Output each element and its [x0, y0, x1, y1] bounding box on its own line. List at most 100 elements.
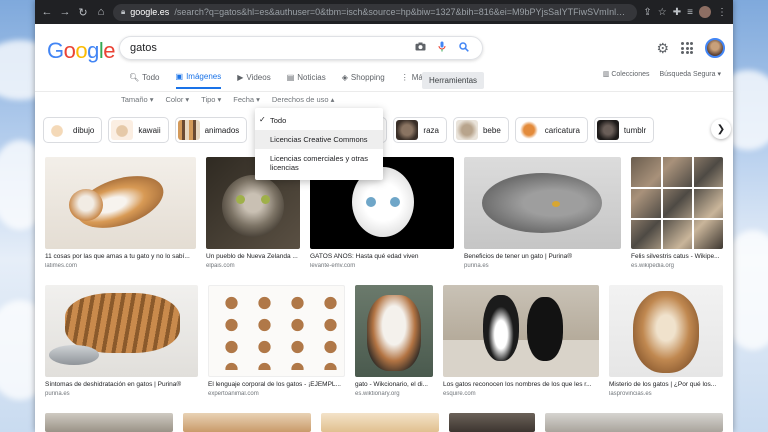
image-result[interactable]: Misterio de los gatos | ¿Por qué los... … — [609, 285, 723, 401]
chip-caricatura[interactable]: caricatura — [514, 117, 588, 143]
tab-shopping[interactable]: ◈ Shopping — [342, 72, 385, 89]
menu-item-label: Licencias comerciales y otras licencias — [270, 154, 368, 172]
safe-search-link[interactable]: Búsqueda Segura ▾ — [659, 70, 721, 78]
header-actions: ⚙︎ — [656, 38, 725, 58]
result-title[interactable]: Misterio de los gatos | ¿Por qué los... — [609, 381, 723, 388]
chip-thumbnail — [396, 120, 419, 140]
tabs-divider — [35, 91, 733, 92]
search-tabs: 🔍︎ Todo ▣ Imágenes ▶ Videos ▤ Noticias ◈ Shop… — [129, 72, 427, 89]
image-result[interactable]: Beneficios de tener un gato | Purina® pu… — [464, 157, 621, 275]
chip-label: dibujo — [73, 125, 95, 135]
filter-label: Tipo — [201, 95, 216, 104]
result-title[interactable]: GATOS AÑOS: Hasta qué edad viven — [310, 253, 454, 260]
result-title[interactable]: 11 cosas por las que amas a tu gato y no… — [45, 253, 196, 260]
result-image — [45, 157, 196, 249]
address-bar[interactable]: 🔒︎ google.es/search?q=gatos&hl=es&authus… — [113, 3, 638, 21]
image-result[interactable] — [545, 413, 723, 432]
result-title[interactable]: Los gatos reconocen los nombres de los q… — [443, 381, 599, 388]
image-result[interactable] — [321, 413, 439, 432]
filter-label: Derechos de uso — [271, 95, 329, 104]
logo-letter: o — [75, 38, 88, 63]
back-icon[interactable]: ← — [41, 6, 53, 18]
image-result[interactable] — [183, 413, 311, 432]
menu-item-label: Todo — [270, 116, 287, 125]
result-source: lasprovincias.es — [609, 391, 652, 397]
image-result[interactable]: gato - Wikcionario, el di... es.wiktiona… — [355, 285, 433, 401]
filter-size[interactable]: Tamaño ▾ — [121, 95, 153, 104]
browser-toolbar: ← → ↻ ⌂ 🔒︎ google.es/search?q=gatos&hl=e… — [35, 0, 733, 24]
result-image — [208, 285, 345, 377]
tools-button[interactable]: Herramientas — [422, 72, 485, 89]
image-result[interactable]: El lenguaje corporal de los gatos - ¡EJE… — [208, 285, 345, 401]
result-image — [45, 413, 173, 432]
result-title[interactable]: Felis silvestris catus - Wikipe... — [631, 253, 723, 260]
image-result[interactable] — [45, 413, 173, 432]
result-source: elpais.com — [206, 263, 235, 269]
profile-avatar[interactable] — [699, 6, 711, 18]
share-icon[interactable]: ⇪ — [643, 7, 651, 18]
result-image — [631, 157, 723, 249]
search-query[interactable]: gatos — [130, 42, 406, 54]
microphone-icon[interactable] — [434, 41, 450, 55]
image-result[interactable]: Felis silvestris catus - Wikipe... es.wi… — [631, 157, 723, 275]
chip-dibujo[interactable]: dibujo — [43, 117, 103, 143]
tab-noticias[interactable]: ▤ Noticias — [287, 72, 326, 89]
chip-label: caricatura — [544, 125, 580, 135]
chip-kawaii[interactable]: kawaii — [108, 117, 169, 143]
chip-raza[interactable]: raza — [393, 117, 447, 143]
safe-search-label: Búsqueda Segura — [659, 71, 716, 78]
star-icon[interactable]: ☆ — [658, 7, 667, 18]
google-logo[interactable]: Google — [47, 38, 116, 64]
filter-color[interactable]: Color ▾ — [165, 95, 189, 104]
reload-icon[interactable]: ↻ — [77, 6, 89, 19]
collections-link[interactable]: ▥ Colecciones — [603, 70, 650, 78]
account-avatar[interactable] — [705, 38, 725, 58]
filter-usage-rights[interactable]: Derechos de uso ▴ — [272, 95, 334, 104]
result-title[interactable]: Síntomas de deshidratación en gatos | Pu… — [45, 381, 198, 388]
chip-animados[interactable]: animados — [174, 117, 248, 143]
forward-icon[interactable]: → — [59, 6, 71, 18]
filter-type[interactable]: Tipo ▾ — [201, 95, 221, 104]
menu-item-todo[interactable]: ✓ Todo — [255, 111, 383, 130]
result-title[interactable]: gato - Wikcionario, el di... — [355, 381, 433, 388]
gear-icon[interactable]: ⚙︎ — [656, 40, 669, 57]
result-title[interactable]: El lenguaje corporal de los gatos - ¡EJE… — [208, 381, 345, 388]
search-icon[interactable] — [456, 41, 472, 55]
search-input[interactable]: gatos — [119, 36, 483, 60]
collections-label: Colecciones — [611, 71, 650, 78]
apps-grid-icon[interactable] — [681, 42, 693, 54]
tab-videos[interactable]: ▶ Videos — [237, 72, 270, 89]
image-result[interactable]: Los gatos reconocen los nombres de los q… — [443, 285, 599, 401]
menu-icon[interactable]: ⋮ — [717, 7, 727, 18]
chip-thumbnail — [517, 120, 540, 140]
chip-tumblr[interactable]: tumblr — [593, 117, 655, 143]
result-title[interactable]: Un pueblo de Nueva Zelanda ... — [206, 253, 300, 260]
home-icon[interactable]: ⌂ — [95, 6, 107, 18]
logo-letter: e — [103, 38, 116, 63]
tab-imagenes[interactable]: ▣ Imágenes — [175, 72, 222, 89]
menu-item-commercial[interactable]: Licencias comerciales y otras licencias — [255, 149, 383, 177]
extensions-icon[interactable]: ✚ — [673, 7, 681, 18]
chip-thumbnail — [46, 120, 68, 140]
image-result[interactable]: Síntomas de deshidratación en gatos | Pu… — [45, 285, 198, 401]
chip-bebe[interactable]: bebe — [452, 117, 509, 143]
media-icon[interactable]: ≡ — [687, 7, 693, 18]
menu-item-creative-commons[interactable]: Licencias Creative Commons — [255, 130, 383, 149]
filter-label: Tamaño — [121, 95, 148, 104]
tab-label: Videos — [246, 73, 271, 82]
tab-todo[interactable]: 🔍︎ Todo — [129, 72, 160, 89]
tab-label: Shopping — [350, 73, 385, 82]
search-header: Google gatos ⚙︎ — [35, 24, 733, 72]
image-result[interactable] — [449, 413, 535, 432]
chip-thumbnail — [177, 120, 200, 140]
image-result[interactable]: 11 cosas por las que amas a tu gato y no… — [45, 157, 196, 275]
caret-down-icon: ▾ — [149, 95, 154, 104]
camera-icon[interactable] — [412, 42, 428, 54]
result-image — [321, 413, 439, 432]
result-title[interactable]: Beneficios de tener un gato | Purina® — [464, 253, 621, 260]
caret-down-icon: ▾ — [217, 95, 222, 104]
result-source: esquire.com — [443, 391, 476, 397]
chip-label: animados — [204, 125, 240, 135]
filter-date[interactable]: Fecha ▾ — [233, 95, 260, 104]
chevron-right-icon[interactable]: ❯ — [711, 119, 731, 139]
